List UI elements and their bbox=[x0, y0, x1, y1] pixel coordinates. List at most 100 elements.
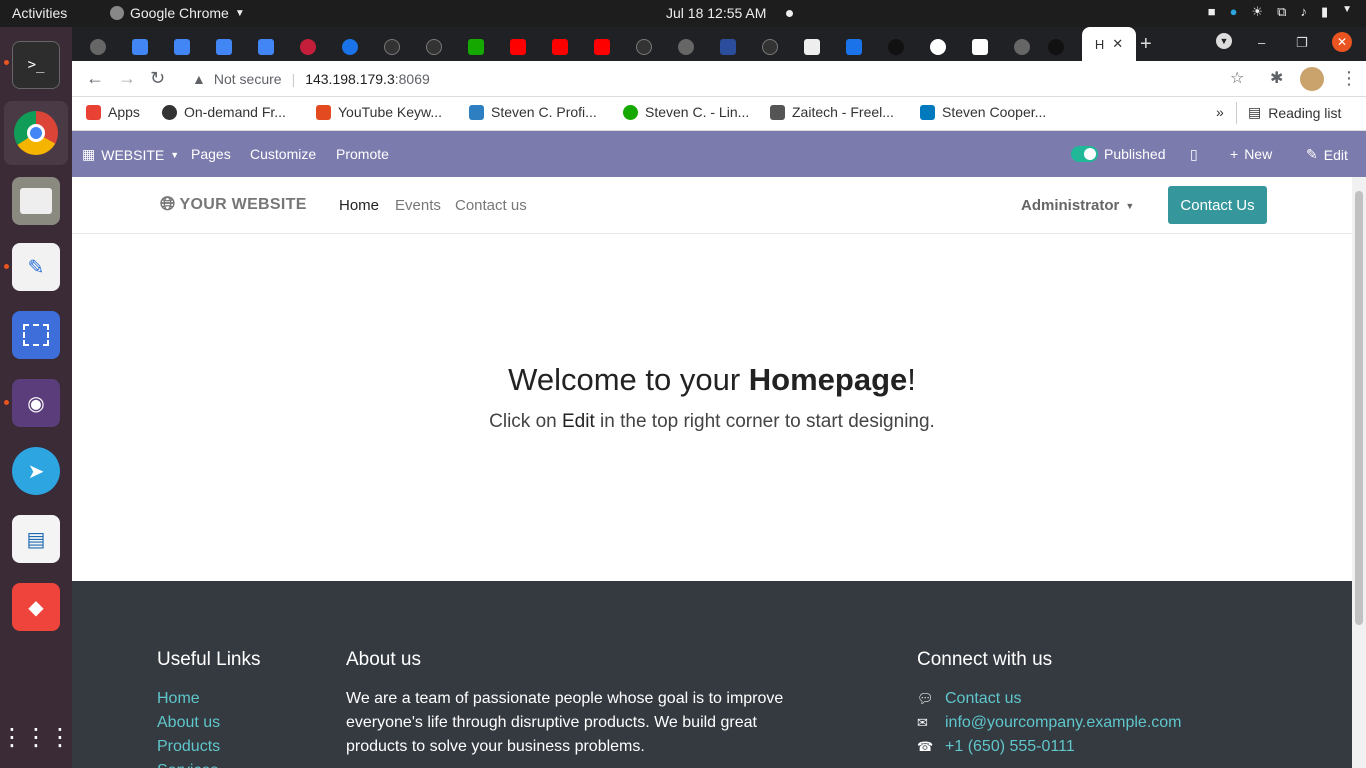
browser-tab[interactable] bbox=[752, 32, 794, 61]
volume-icon: ♪ bbox=[1300, 4, 1307, 19]
website-menu[interactable]: ▦ WEBSITE ▼ bbox=[82, 146, 179, 163]
terminal-icon[interactable]: >_ bbox=[12, 41, 60, 89]
promote-menu[interactable]: Promote bbox=[336, 146, 389, 162]
system-tray[interactable]: ■ ● ☀ ⧉ ♪ ▮ ▼ bbox=[1208, 4, 1352, 20]
github-favicon bbox=[426, 38, 442, 55]
browser-tab[interactable] bbox=[206, 32, 248, 61]
bookmark-item[interactable]: Steven Cooper... bbox=[920, 104, 1046, 120]
bookmark-apps[interactable]: Apps bbox=[86, 104, 140, 120]
browser-tab[interactable] bbox=[164, 32, 206, 61]
text-editor-icon[interactable]: ✎ bbox=[12, 243, 60, 291]
phone-link[interactable]: +1 (650) 555-0111 bbox=[945, 735, 1075, 759]
connect-column: Connect with us 💬︎ Contact us ✉ info@yourc… bbox=[917, 649, 1182, 759]
browser-tab[interactable] bbox=[878, 32, 920, 61]
reading-list-button[interactable]: ▤ Reading list bbox=[1248, 104, 1341, 121]
clock[interactable]: Jul 18 12:55 AM bbox=[666, 5, 766, 21]
not-secure-label: Not secure bbox=[213, 71, 282, 87]
new-tab-button[interactable]: + bbox=[1140, 33, 1152, 56]
browser-tab[interactable] bbox=[710, 32, 752, 61]
contact-row[interactable]: 💬︎ Contact us bbox=[917, 687, 1182, 711]
activities-button[interactable]: Activities bbox=[12, 5, 67, 21]
reload-icon[interactable]: ↻ bbox=[150, 68, 165, 89]
browser-tab[interactable] bbox=[416, 32, 458, 61]
address-bar[interactable]: ▲ Not secure | 143.198.179.3:8069 bbox=[180, 65, 1260, 93]
browser-tab[interactable] bbox=[542, 32, 584, 61]
y-icon bbox=[469, 104, 484, 120]
edit-button[interactable]: ✎ Edit bbox=[1306, 146, 1348, 163]
browser-tab[interactable] bbox=[584, 32, 626, 61]
bookmark-item[interactable]: On-demand Fr... bbox=[162, 104, 286, 120]
page-scrollbar[interactable] bbox=[1352, 177, 1366, 768]
bookmark-item[interactable]: Zaitech - Freel... bbox=[770, 104, 894, 120]
telegram-icon[interactable]: ➤ bbox=[12, 447, 60, 495]
browser-tab[interactable] bbox=[80, 32, 122, 61]
show-apps-icon[interactable]: ⋮⋮⋮ bbox=[0, 713, 72, 761]
phone-row[interactable]: ☎ +1 (650) 555-0111 bbox=[917, 735, 1182, 759]
brightness-icon: ☀ bbox=[1251, 4, 1264, 19]
writer-icon[interactable]: ▤ bbox=[12, 515, 60, 563]
browser-tab[interactable] bbox=[794, 32, 836, 61]
user-menu[interactable]: Administrator ▼ bbox=[1021, 197, 1134, 214]
menu-contact-us[interactable]: Contact us bbox=[455, 197, 527, 214]
footer-link-products[interactable]: Products bbox=[157, 735, 261, 759]
footer-link-about[interactable]: About us bbox=[157, 711, 261, 735]
browser-tab[interactable] bbox=[500, 32, 542, 61]
pages-menu[interactable]: Pages bbox=[191, 146, 231, 162]
email-row[interactable]: ✉ info@yourcompany.example.com bbox=[917, 711, 1182, 735]
close-icon[interactable]: ✕ bbox=[1112, 36, 1123, 52]
maximize-icon[interactable]: ❐ bbox=[1296, 35, 1308, 51]
scrollbar-thumb[interactable] bbox=[1355, 191, 1363, 625]
browser-tab[interactable] bbox=[626, 32, 668, 61]
browser-tab[interactable] bbox=[920, 32, 962, 61]
browser-tab[interactable] bbox=[374, 32, 416, 61]
browser-tab[interactable] bbox=[290, 32, 332, 61]
bookmark-item[interactable]: Steven C. - Lin... bbox=[623, 104, 749, 120]
email-link[interactable]: info@yourcompany.example.com bbox=[945, 711, 1182, 735]
video-recorder-icon[interactable]: ◉ bbox=[12, 379, 60, 427]
mobile-preview-icon[interactable]: ▯ bbox=[1190, 146, 1198, 163]
tab-search-icon[interactable]: ▼ bbox=[1216, 33, 1232, 49]
close-window-icon[interactable]: ✕ bbox=[1332, 32, 1352, 52]
browser-tab[interactable] bbox=[122, 32, 164, 61]
menu-icon[interactable]: ⋮ bbox=[1340, 68, 1358, 89]
chrome-dock-item[interactable] bbox=[4, 101, 68, 165]
app-menu[interactable]: Google Chrome ▼ bbox=[110, 5, 245, 21]
contact-link[interactable]: Contact us bbox=[945, 687, 1021, 711]
active-tab[interactable]: H ✕ bbox=[1082, 27, 1136, 61]
bookmarks-divider bbox=[1236, 102, 1237, 124]
bookmark-star-icon[interactable]: ☆ bbox=[1230, 68, 1244, 88]
hex-favicon bbox=[1048, 38, 1064, 55]
browser-tab[interactable] bbox=[248, 32, 290, 61]
footer-link-home[interactable]: Home bbox=[157, 687, 261, 711]
contact-us-button[interactable]: Contact Us bbox=[1168, 186, 1267, 224]
browser-tab[interactable] bbox=[668, 32, 710, 61]
menu-events[interactable]: Events bbox=[395, 197, 441, 214]
files-icon[interactable] bbox=[12, 177, 60, 225]
browser-tab[interactable] bbox=[836, 32, 878, 61]
browser-tab[interactable] bbox=[332, 32, 374, 61]
menu-home[interactable]: Home bbox=[339, 197, 379, 214]
browser-tab[interactable] bbox=[1038, 32, 1080, 61]
profile-avatar[interactable] bbox=[1300, 67, 1324, 91]
new-button[interactable]: + New bbox=[1230, 146, 1272, 162]
site-logo[interactable]: 🌐︎ YOUR WEBSITE bbox=[160, 194, 307, 216]
footer-link-services[interactable]: Services bbox=[157, 759, 261, 768]
forward-icon[interactable]: → bbox=[118, 68, 136, 89]
screenshot-icon[interactable] bbox=[12, 311, 60, 359]
minimize-icon[interactable]: – bbox=[1258, 35, 1265, 50]
bookmark-label: Zaitech - Freel... bbox=[792, 104, 894, 120]
bookmark-item[interactable]: YouTube Keyw... bbox=[316, 104, 442, 120]
browser-tab[interactable] bbox=[458, 32, 500, 61]
back-icon[interactable]: ← bbox=[86, 68, 104, 89]
extensions-icon[interactable]: ✱ bbox=[1270, 68, 1283, 88]
published-toggle[interactable]: Published bbox=[1071, 146, 1166, 162]
freelancer-icon bbox=[770, 104, 785, 120]
pattern-favicon bbox=[804, 38, 820, 55]
anydesk-icon[interactable]: ◆ bbox=[12, 583, 60, 631]
trello-icon bbox=[920, 104, 935, 120]
customize-menu[interactable]: Customize bbox=[250, 146, 316, 162]
bookmark-item[interactable]: Steven C. Profi... bbox=[469, 104, 597, 120]
more-bookmarks-icon[interactable]: » bbox=[1216, 104, 1224, 120]
about-text: We are a team of passionate people whose… bbox=[346, 690, 784, 755]
browser-tab[interactable] bbox=[962, 32, 1004, 61]
